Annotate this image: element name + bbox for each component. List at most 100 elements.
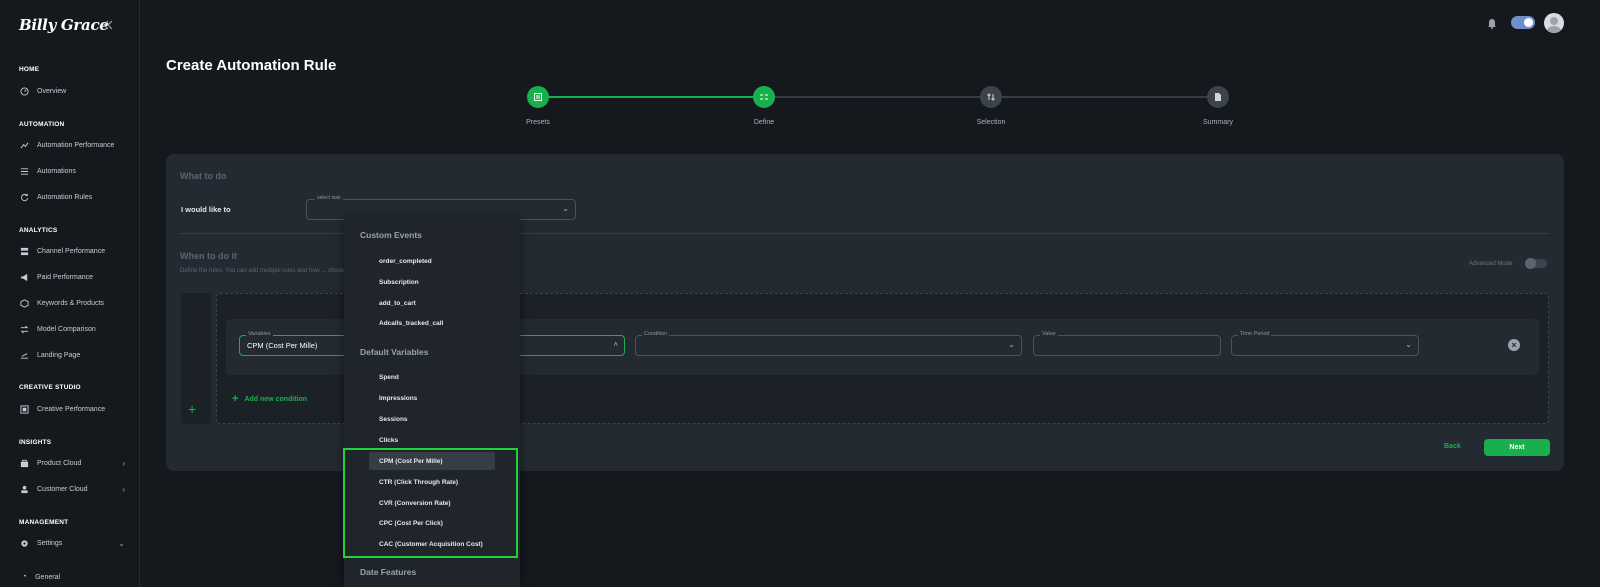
default-variables-header: Default Variables [360, 347, 429, 357]
nav-general[interactable]: • General [24, 570, 129, 584]
next-button[interactable]: Next [1484, 439, 1550, 456]
option-spend[interactable]: Spend [379, 374, 399, 381]
option-adcalls-tracked-call[interactable]: Adcalls_tracked_call [379, 320, 443, 327]
add-new-condition-button[interactable]: + Add new condition [232, 393, 307, 405]
nav-label: Settings [37, 539, 63, 547]
when-to-do-it-heading: When to do it [180, 251, 237, 261]
chevron-right-icon: › [122, 458, 125, 468]
chevron-down-icon: ⌄ [1008, 340, 1015, 349]
nav-label: Overview [37, 87, 67, 95]
swap-icon [20, 325, 29, 333]
nav-label: Automations [37, 167, 76, 175]
chevron-down-icon: ⌄ [1405, 340, 1412, 349]
chevron-down-icon: ⌄ [118, 538, 125, 548]
section-automation: AUTOMATION [19, 121, 65, 128]
megaphone-icon [20, 273, 28, 281]
trend-icon [20, 142, 29, 148]
nav-customer-cloud[interactable]: Customer Cloud › [20, 482, 125, 496]
sort-icon [987, 93, 995, 101]
advanced-mode-toggle[interactable] [1525, 258, 1547, 269]
option-order-completed[interactable]: order_completed [379, 258, 432, 265]
nav-product-cloud[interactable]: Product Cloud › [20, 456, 125, 470]
nav-paid-performance[interactable]: Paid Performance [20, 270, 125, 284]
document-icon [1215, 93, 1221, 101]
server-icon [20, 247, 29, 255]
page-title: Create Automation Rule [166, 57, 337, 74]
collapse-sidebar-icon[interactable] [102, 19, 116, 33]
nav-automations[interactable]: Automations [20, 164, 125, 178]
nav-label: Creative Performance [37, 405, 106, 413]
condition-select[interactable]: Condition ⌄ [635, 331, 1022, 356]
user-icon [21, 485, 28, 493]
time-period-select[interactable]: Time Period ⌄ [1231, 331, 1419, 356]
nav-landing-page[interactable]: Landing Page [20, 348, 125, 362]
nav-channel-performance[interactable]: Channel Performance [20, 244, 125, 258]
nav-label: Automation Rules [37, 193, 93, 201]
variables-legend: Variables [246, 331, 273, 337]
step-selection[interactable] [980, 86, 1002, 108]
stepper-progress-line [538, 96, 764, 98]
nav-keywords-products[interactable]: Keywords & Products [20, 296, 125, 310]
step-label-summary: Summary [1203, 119, 1233, 126]
step-label-presets: Presets [526, 119, 550, 126]
define-icon [760, 94, 768, 100]
preset-icon [534, 93, 542, 101]
option-sessions[interactable]: Sessions [379, 416, 408, 423]
nav-label: Product Cloud [37, 459, 82, 467]
section-management: MANAGEMENT [19, 519, 69, 526]
image-icon [20, 404, 29, 414]
nav-label: Landing Page [37, 351, 81, 359]
plus-icon: + [232, 393, 239, 405]
nav-label: Keywords & Products [37, 299, 104, 307]
rule-group-sidebar: + [181, 293, 211, 424]
highlight-annotation-box [343, 448, 518, 558]
theme-toggle[interactable] [1511, 16, 1535, 29]
nav-label: Model Comparison [37, 325, 96, 333]
step-presets[interactable] [527, 86, 549, 108]
nav-overview[interactable]: Overview [20, 84, 125, 98]
option-clicks[interactable]: Clicks [379, 437, 398, 444]
nav-automation-performance[interactable]: Automation Performance [20, 138, 125, 152]
section-analytics: ANALYTICS [19, 227, 58, 234]
chevron-down-icon: ⌄ [562, 204, 569, 213]
nav-model-comparison[interactable]: Model Comparison [20, 322, 125, 336]
back-button[interactable]: Back [1444, 443, 1461, 450]
i-would-like-to-label: I would like to [181, 205, 231, 214]
nav-label: Paid Performance [37, 273, 94, 281]
step-summary[interactable] [1207, 86, 1229, 108]
nav-automation-rules[interactable]: Automation Rules [20, 190, 125, 204]
refresh-icon [21, 193, 29, 201]
remove-condition-icon[interactable]: × [1508, 339, 1520, 351]
nav-settings[interactable]: Settings ⌄ [20, 536, 125, 550]
box-icon [20, 298, 29, 308]
gear-icon [21, 539, 28, 547]
avatar[interactable] [1544, 13, 1564, 33]
step-define[interactable] [753, 86, 775, 108]
value-input[interactable]: Value [1033, 331, 1221, 356]
nav-label: General [35, 573, 61, 581]
chevron-up-icon: ˄ [613, 340, 618, 349]
bullet-icon: • [24, 574, 27, 580]
what-to-do-heading: What to do [180, 171, 227, 181]
nav-label: Customer Cloud [37, 485, 88, 493]
option-subscription[interactable]: Subscription [379, 279, 419, 286]
option-add-to-cart[interactable]: add_to_cart [379, 300, 416, 307]
landing-icon [20, 352, 29, 359]
condition-legend: Condition [642, 331, 670, 337]
bell-icon[interactable] [1487, 17, 1497, 29]
add-group-icon[interactable]: + [188, 401, 196, 417]
custom-events-header: Custom Events [360, 230, 422, 240]
nav-label: Channel Performance [37, 247, 106, 255]
step-label-selection: Selection [976, 119, 1006, 126]
advanced-mode-label: Advanced Mode [1469, 261, 1513, 267]
app-logo[interactable]: Billy Grace [19, 16, 109, 34]
section-home: HOME [19, 66, 40, 73]
chevron-right-icon: › [122, 484, 125, 494]
option-impressions[interactable]: Impressions [379, 395, 417, 402]
list-icon [20, 167, 29, 175]
dashboard-icon [20, 86, 29, 96]
value-legend: Value [1040, 331, 1058, 337]
select-task-legend: select task [315, 195, 343, 201]
nav-creative-performance[interactable]: Creative Performance [20, 402, 125, 416]
step-label-define: Define [753, 119, 775, 126]
